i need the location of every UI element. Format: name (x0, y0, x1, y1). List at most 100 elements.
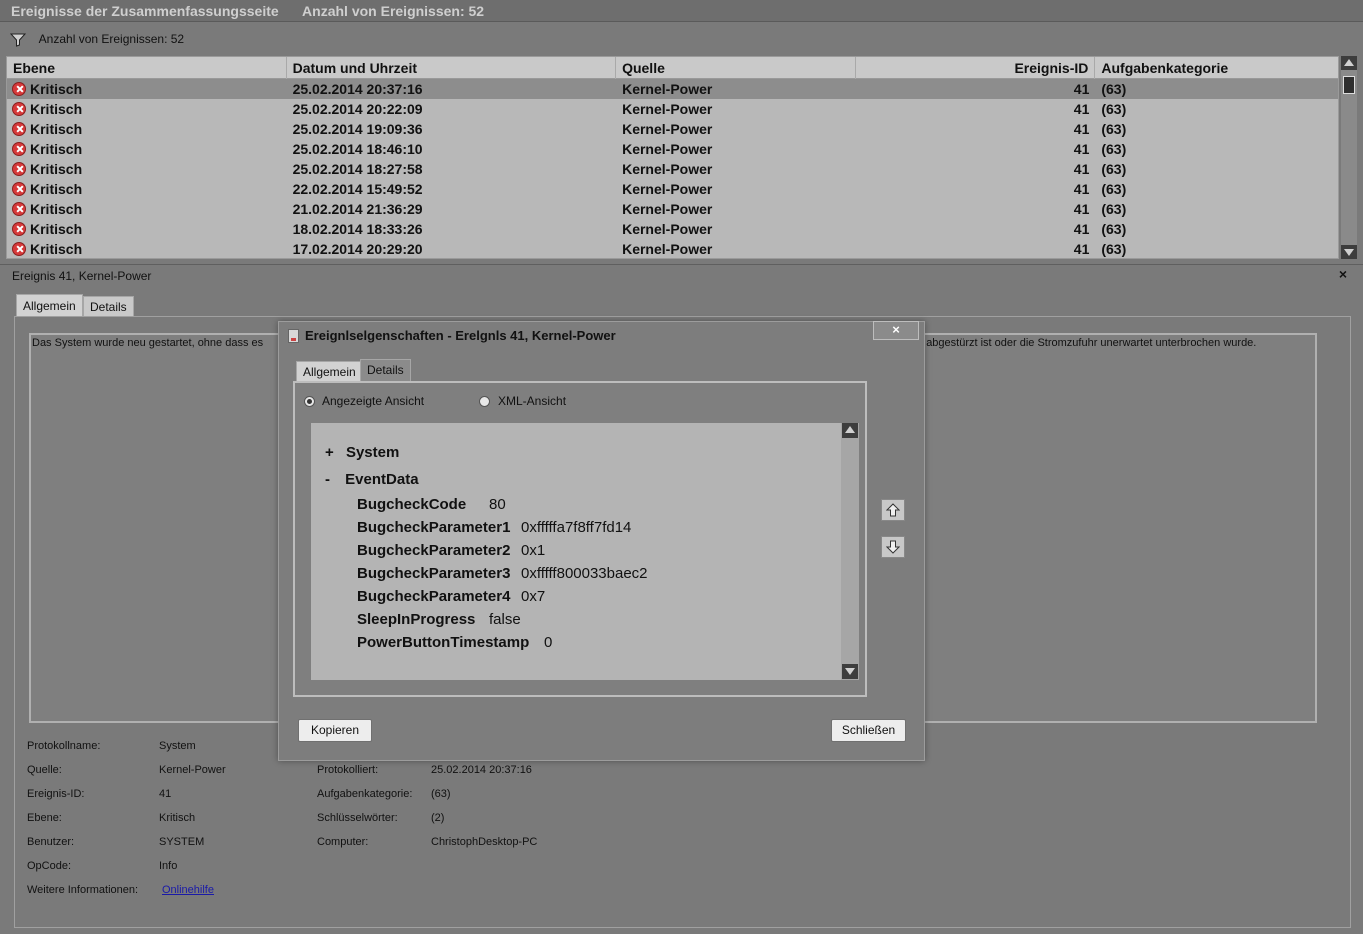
property-value: ChristophDesktop-PC (431, 836, 538, 848)
eventdata-key: BugcheckParameter3 (357, 565, 511, 582)
tree-toggle-eventdata[interactable]: - (325, 471, 330, 488)
column-header-source[interactable]: Quelle (616, 57, 856, 79)
cell-source: Kernel-Power (622, 201, 713, 217)
copy-button[interactable]: Kopieren (298, 719, 372, 742)
cell-source: Kernel-Power (622, 121, 713, 137)
column-header-task-category[interactable]: Aufgabenkategorie (1095, 57, 1338, 79)
cell-level: Kritisch (7, 159, 287, 179)
description-start: Das System wurde neu gestartet, ohne das… (32, 337, 264, 349)
table-header: Ebene Datum und Uhrzeit Quelle Ereignis-… (7, 57, 1338, 79)
scroll-thumb[interactable] (1343, 76, 1355, 94)
cell-event-id: 41 (1073, 141, 1090, 157)
tree-scrollbar[interactable] (841, 423, 859, 680)
tree-scroll-down-button[interactable] (842, 664, 858, 679)
table-row[interactable]: Kritisch 25.02.2014 19:09:36 Kernel-Power 4… (7, 119, 1338, 139)
property-label: Aufgabenkategorie: (317, 788, 413, 800)
cell-level-text: Kritisch (30, 201, 83, 217)
property-value: Kernel-Power (159, 764, 226, 776)
property-value: 25.02.2014 20:37:16 (431, 764, 532, 776)
table-row[interactable]: Kritisch 21.02.2014 21:36:29 Kernel-Power 4… (7, 199, 1338, 219)
previous-event-button[interactable] (881, 499, 905, 521)
description-end: abgestürzt ist oder die Stromzufuhr uner… (926, 337, 1257, 349)
cell-task-category: (63) (1101, 81, 1127, 97)
property-value: System (159, 740, 196, 752)
table-row[interactable]: Kritisch 25.02.2014 20:37:16 Kernel-Power 4… (7, 79, 1338, 99)
tree-toggle-system[interactable]: + (325, 444, 334, 461)
cell-level-text: Kritisch (30, 141, 83, 157)
arrow-down-icon (886, 540, 900, 554)
eventdata-value: 0 (544, 634, 553, 651)
cell-event-id: 41 (1073, 121, 1090, 137)
eventdata-value: 0xfffff800033baec2 (521, 565, 648, 582)
cell-date: 17.02.2014 20:29:20 (292, 241, 423, 257)
online-help-link[interactable]: Onlinehilfe (162, 884, 214, 896)
table-row[interactable]: Kritisch 25.02.2014 18:46:10 Kernel-Power 4… (7, 139, 1338, 159)
column-header-level[interactable]: Ebene (7, 57, 287, 79)
cell-task-category: (63) (1101, 121, 1127, 137)
event-properties-dialog: Ereignlselgenschaften - Erelgnls 41, Ker… (278, 321, 925, 761)
eventdata-key: BugcheckParameter2 (357, 542, 511, 559)
tab-general[interactable]: Allgemein (16, 294, 83, 317)
radio-displayed-view-label[interactable]: Angezeigte Ansicht (322, 394, 424, 408)
cell-level: Kritisch (7, 119, 287, 139)
property-label: Weitere Informationen: (27, 884, 139, 896)
cell-event-id: 41 (1073, 101, 1090, 117)
column-header-date[interactable]: Datum und Uhrzeit (287, 57, 617, 79)
property-label: Ebene: (27, 812, 62, 824)
arrow-up-icon (845, 426, 855, 433)
filter-label: Anzahl von Ereignissen: 52 (38, 32, 185, 46)
cell-event-id: 41 (1073, 161, 1090, 177)
tree-node-eventdata[interactable]: - EventData (325, 471, 419, 488)
cell-level-text: Kritisch (30, 121, 83, 137)
tree-label-eventdata: EventData (345, 471, 419, 488)
dialog-close-button[interactable]: × (873, 321, 919, 340)
table-row[interactable]: Kritisch 25.02.2014 18:27:58 Kernel-Power 4… (7, 159, 1338, 179)
column-header-event-id[interactable]: Ereignis-ID (856, 57, 1096, 79)
detail-header: Ereignis 41, Kernel-Power (0, 264, 1363, 286)
property-label: Schlüsselwörter: (317, 812, 398, 824)
next-event-button[interactable] (881, 536, 905, 558)
critical-error-icon (12, 182, 26, 196)
cell-task-category: (63) (1101, 181, 1127, 197)
cell-source: Kernel-Power (622, 161, 713, 177)
cell-level-text: Kritisch (30, 241, 83, 257)
cell-source: Kernel-Power (622, 81, 713, 97)
table-row[interactable]: Kritisch 25.02.2014 20:22:09 Kernel-Power 4… (7, 99, 1338, 119)
cell-level: Kritisch (7, 99, 287, 119)
critical-error-icon (12, 162, 26, 176)
property-label: Quelle: (27, 764, 62, 776)
dialog-tab-details[interactable]: Details (360, 359, 411, 381)
arrow-down-icon (845, 668, 855, 675)
cell-source: Kernel-Power (622, 141, 713, 157)
dialog-tab-general[interactable]: Allgemein (296, 361, 363, 382)
scroll-down-button[interactable] (1341, 245, 1357, 259)
table-row[interactable]: Kritisch 17.02.2014 20:29:20 Kernel-Power 4… (7, 239, 1338, 258)
tab-details[interactable]: Details (83, 296, 134, 317)
property-label: Protokolliert: (317, 764, 379, 776)
property-label: Ereignis-ID: (27, 788, 85, 800)
radio-xml-view-label[interactable]: XML-Ansicht (498, 394, 566, 408)
eventdata-key: BugcheckCode (357, 496, 467, 513)
cell-task-category: (63) (1101, 201, 1127, 217)
funnel-icon[interactable] (10, 33, 26, 47)
table-row[interactable]: Kritisch 22.02.2014 15:49:52 Kernel-Power 4… (7, 179, 1338, 199)
scroll-up-button[interactable] (1341, 56, 1357, 70)
radio-displayed-view[interactable] (304, 396, 315, 407)
cell-level: Kritisch (7, 199, 287, 219)
tree-node-system[interactable]: + System (325, 444, 399, 461)
radio-xml-view[interactable] (479, 396, 490, 407)
table-body: Kritisch 25.02.2014 20:37:16 Kernel-Power 4… (7, 79, 1338, 258)
table-row[interactable]: Kritisch 18.02.2014 18:33:26 Kernel-Power 4… (7, 219, 1338, 239)
event-table: Ebene Datum und Uhrzeit Quelle Ereignis-… (6, 56, 1339, 259)
tree-scroll-up-button[interactable] (842, 423, 858, 438)
cell-date: 18.02.2014 18:33:26 (292, 221, 423, 237)
detail-close-icon[interactable]: × (1336, 267, 1350, 281)
cell-date: 25.02.2014 19:09:36 (292, 121, 423, 137)
eventdata-key: BugcheckParameter1 (357, 519, 511, 536)
critical-error-icon (12, 222, 26, 236)
close-button[interactable]: Schließen (831, 719, 906, 742)
eventdata-value: 80 (489, 496, 506, 513)
window-event-count: Anzahl von Ereignissen: 52 (302, 3, 485, 19)
table-scrollbar[interactable] (1341, 56, 1357, 259)
eventdata-key: PowerButtonTimestamp (357, 634, 530, 651)
